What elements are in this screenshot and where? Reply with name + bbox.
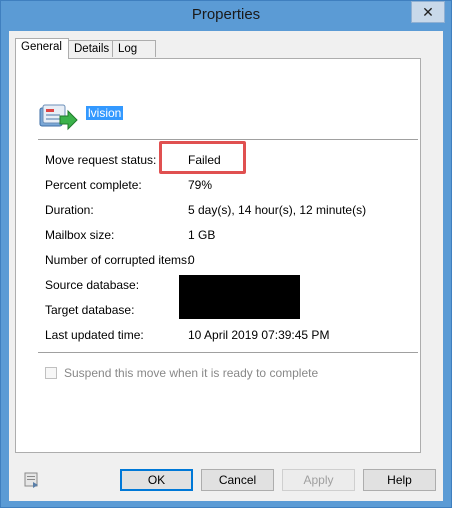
dialog-client: General Details Log lvision Move request… (9, 31, 443, 501)
suspend-checkbox-label: Suspend this move when it is ready to co… (64, 366, 319, 380)
label-corrupted-items: Number of corrupted items: (45, 253, 191, 267)
suspend-checkbox[interactable] (45, 367, 57, 379)
value-corrupted-items: 0 (188, 253, 195, 267)
label-source-database: Source database: (45, 278, 140, 292)
title-bar[interactable]: Properties ✕ (1, 1, 451, 31)
close-icon: ✕ (422, 3, 434, 20)
value-duration: 5 day(s), 14 hour(s), 12 minute(s) (188, 203, 367, 217)
redacted-database-values (179, 275, 300, 319)
close-button[interactable]: ✕ (411, 1, 445, 23)
separator-bottom (38, 352, 418, 353)
label-target-database: Target database: (45, 303, 135, 317)
help-button[interactable]: Help (363, 469, 436, 491)
window-title: Properties (191, 6, 261, 23)
label-duration: Duration: (45, 203, 94, 217)
apply-button[interactable]: Apply (282, 469, 355, 491)
general-tab-panel: lvision Move request status: Failed Perc… (15, 58, 421, 453)
value-last-updated: 10 April 2019 07:39:45 PM (188, 328, 330, 342)
value-mailbox-size: 1 GB (188, 228, 216, 242)
label-move-status: Move request status: (45, 153, 157, 167)
cancel-button[interactable]: Cancel (201, 469, 274, 491)
mailbox-name[interactable]: lvision (86, 106, 124, 120)
value-percent-complete: 79% (188, 178, 213, 192)
mailbox-move-icon (39, 104, 78, 131)
label-last-updated: Last updated time: (45, 328, 144, 342)
properties-page-icon[interactable] (24, 472, 40, 488)
tab-details[interactable]: Details (68, 40, 113, 57)
tab-general[interactable]: General (15, 38, 69, 59)
label-mailbox-size: Mailbox size: (45, 228, 115, 242)
properties-window: Properties ✕ General Details Log lvision… (0, 0, 452, 508)
tab-log[interactable]: Log (112, 40, 156, 57)
label-percent-complete: Percent complete: (45, 178, 142, 192)
separator-top (38, 139, 418, 140)
ok-button[interactable]: OK (120, 469, 193, 491)
value-move-status: Failed (188, 153, 221, 167)
